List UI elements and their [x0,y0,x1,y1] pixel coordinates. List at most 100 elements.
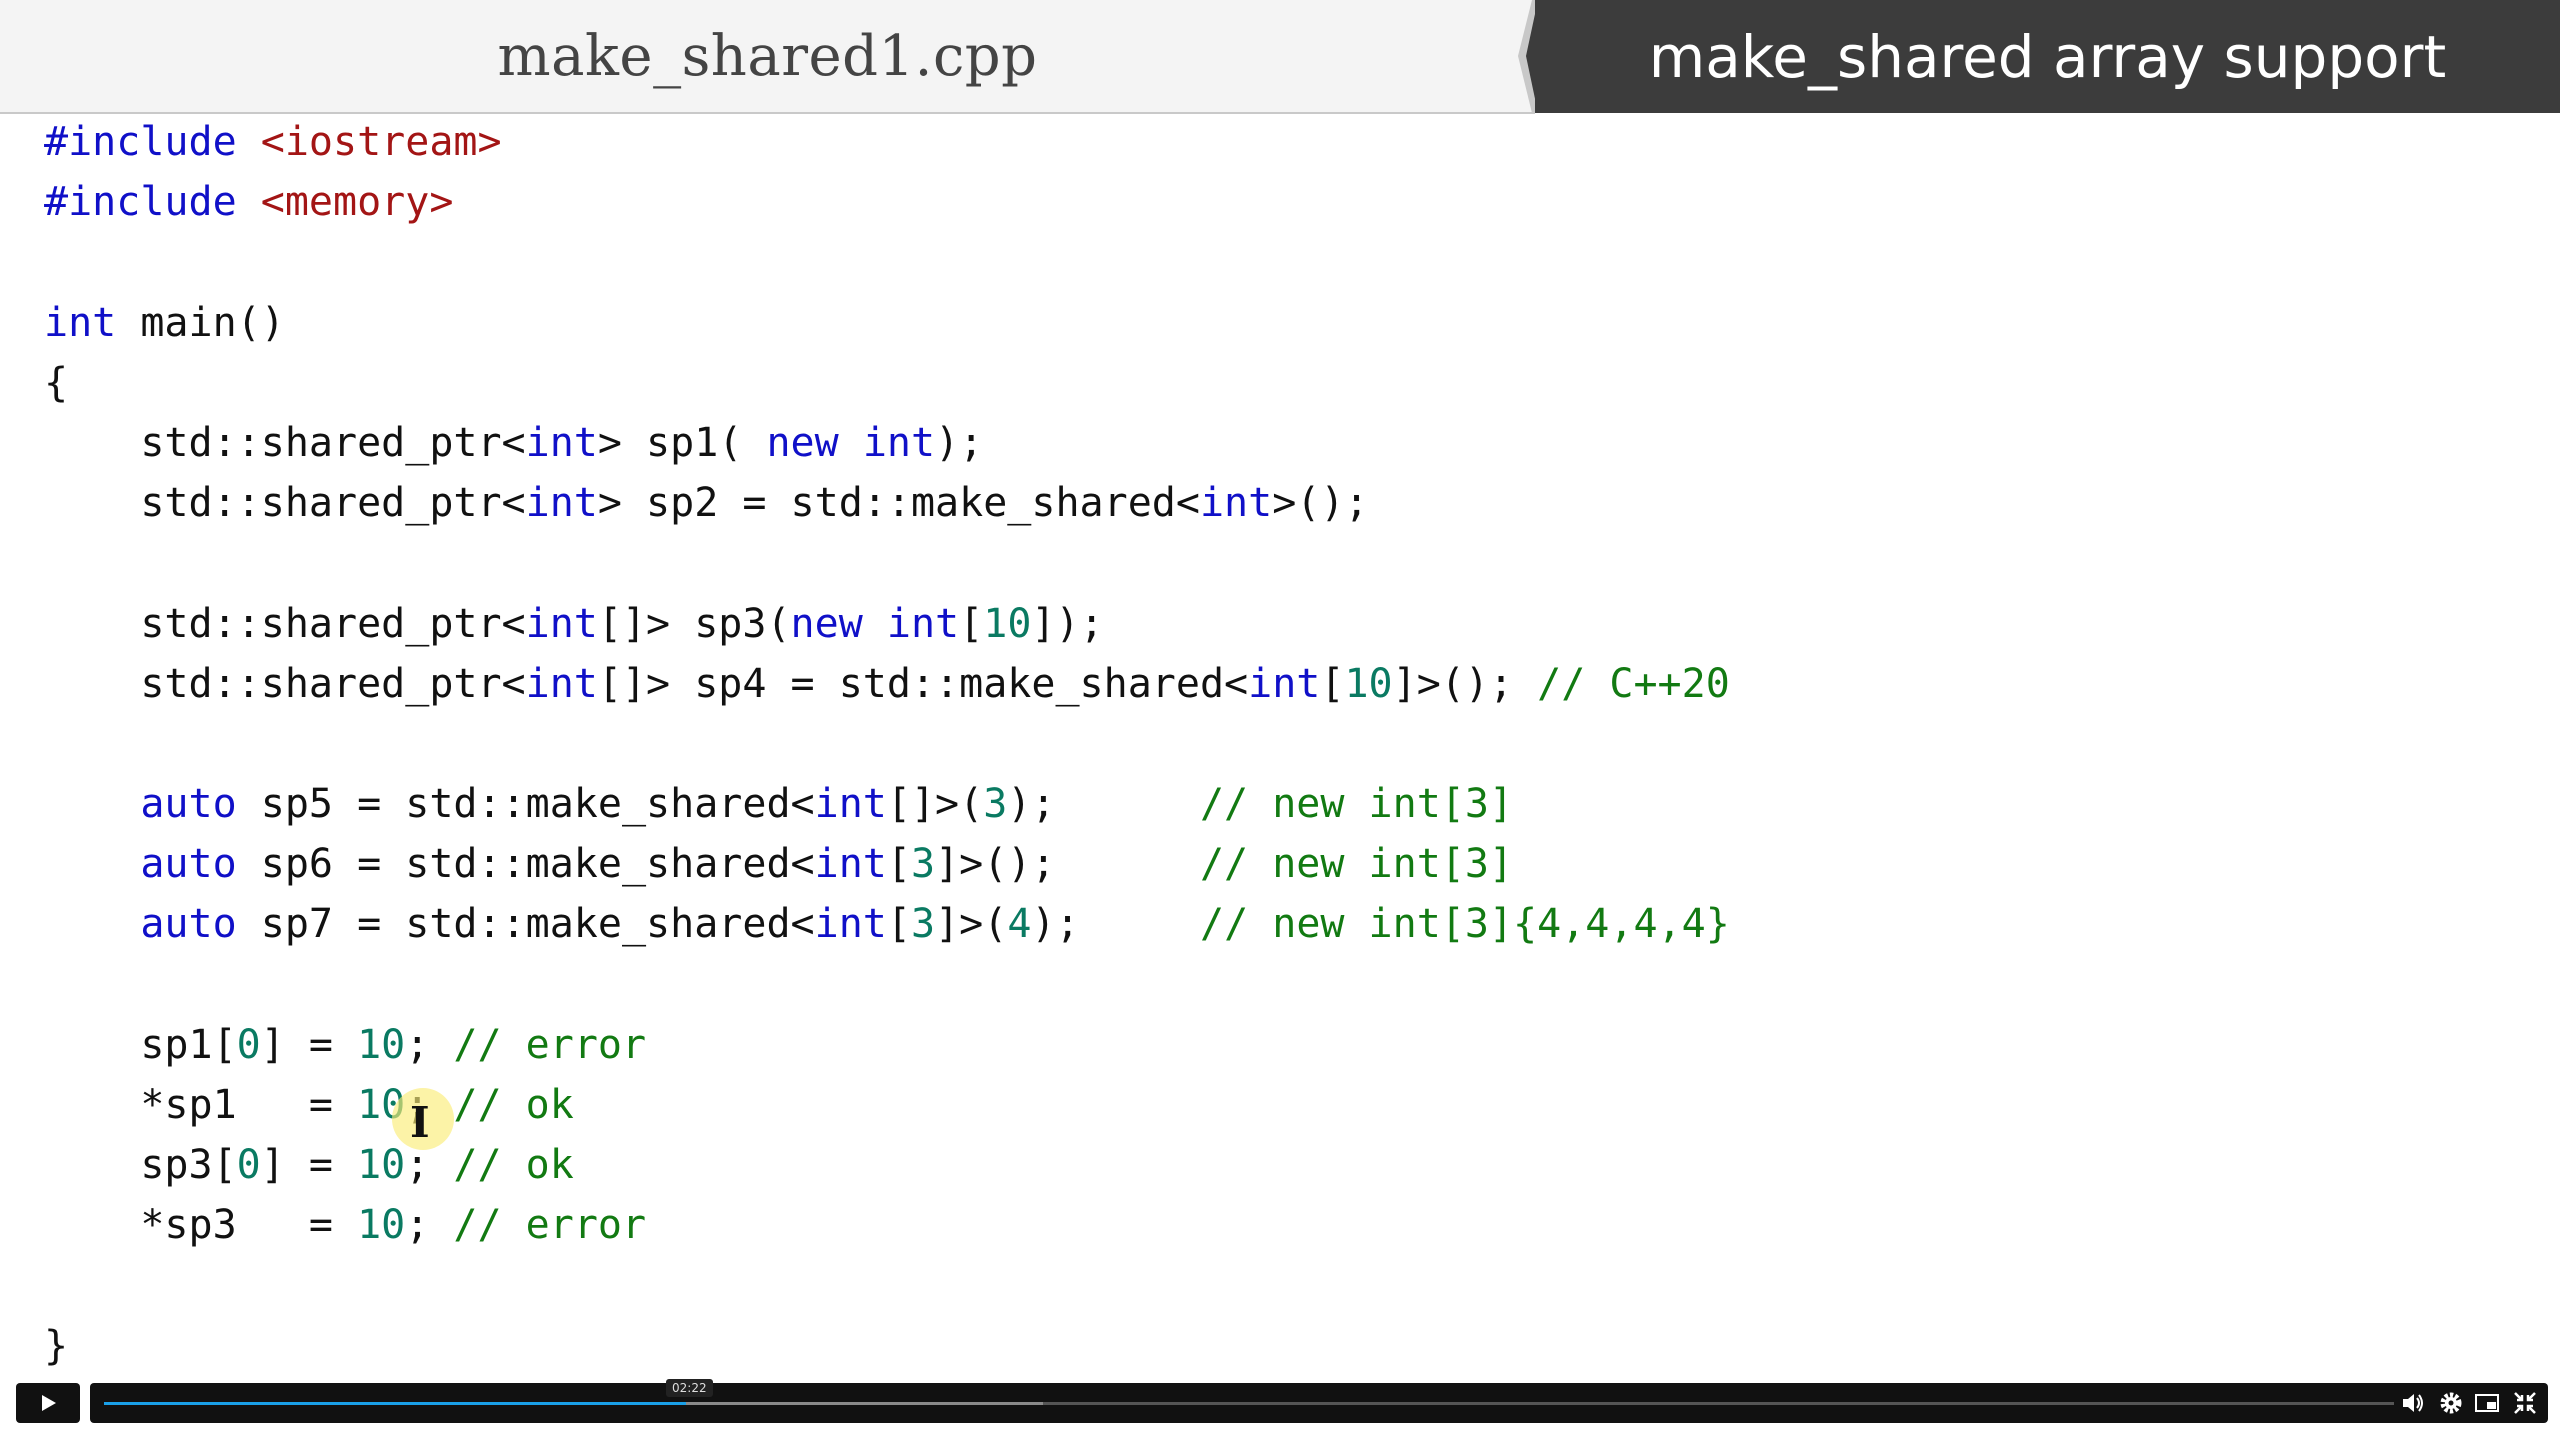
code-line: #include <memory> [44,172,2524,232]
code-token: int [886,600,960,647]
video-player-bar: 02:22 [0,1378,2560,1440]
code-token: int [525,600,598,647]
code-token: []>( [886,781,984,828]
code-token: 3 [910,841,936,888]
code-token: int [814,841,887,888]
topic-tab: make_shared array support [1535,0,2560,113]
code-token: // new int[3] [1199,781,1514,828]
code-line: std::shared_ptr<int[]> sp4 = std::make_s… [44,654,2524,714]
code-token: new [766,419,839,466]
code-token: ); [935,419,984,466]
code-token: sp6 = std::make_shared< [236,841,815,888]
exit-fullscreen-icon[interactable] [2512,1390,2538,1416]
code-token: 10 [357,1142,406,1189]
code-token: // new int[3]{4,4,4,4} [1199,901,1730,948]
code-token: std::shared_ptr< [44,419,526,466]
code-token: sp1[ [44,1021,237,1068]
code-token: int [862,419,936,466]
code-token: ); [1007,781,1200,828]
code-token: <iostream> [260,119,502,165]
code-token: 10 [1344,660,1393,707]
code-token: // error [453,1202,647,1249]
code-token: ]); [1031,600,1104,647]
topic-title: make_shared array support [1648,22,2447,91]
code-line: #include <iostream> [44,112,2524,172]
code-token: ; [405,1202,454,1249]
code-token: *sp1 = [44,1082,358,1128]
code-token: []> sp4 = std::make_shared< [597,660,1249,707]
code-token: // new int[3] [1199,841,1514,888]
code-line: auto sp6 = std::make_shared<int[3]>(); /… [44,834,2524,894]
code-token: 4 [1007,901,1032,948]
code-token: // ok [453,1142,574,1189]
volume-icon[interactable] [2400,1390,2426,1416]
code-token: auto [140,841,237,888]
code-token: 3 [983,781,1008,828]
code-token: auto [140,901,237,948]
code-token: #include [44,179,261,226]
code-token: ]>(); [935,841,1200,888]
code-token: new [790,600,863,647]
code-token: 0 [236,1142,261,1189]
code-editor: #include <iostream> #include <memory> int… [44,112,2524,1372]
progress-bar[interactable] [104,1402,686,1405]
code-token: ); [1031,901,1200,948]
code-token: 0 [236,1021,261,1068]
code-line: auto sp7 = std::make_shared<int[3]>(4); … [44,894,2524,954]
code-token: ]>(); [1392,660,1538,707]
play-button[interactable] [16,1383,80,1423]
code-token: int [525,419,598,466]
time-tooltip: 02:22 [666,1379,713,1397]
file-name-tab: make_shared1.cpp [0,0,1535,114]
code-token: *sp3 = [44,1202,358,1249]
code-line: std::shared_ptr<int> sp1( new int); [44,413,2524,473]
code-token: [ [959,600,984,647]
code-line: { [44,353,2524,413]
code-token: 10 [357,1202,406,1249]
play-icon [42,1395,56,1411]
code-token: > sp1( [597,419,767,466]
code-token: sp7 = std::make_shared< [236,901,815,948]
code-token: int [814,901,887,948]
gear-icon[interactable] [2438,1390,2464,1416]
file-name: make_shared1.cpp [497,23,1038,89]
code-line: int main() [44,293,2524,353]
code-token: [ [886,901,911,948]
code-token: auto [140,781,237,828]
code-token: 10 [357,1021,406,1068]
code-token: ] = [260,1142,358,1189]
code-line: std::shared_ptr<int[]> sp3(new int[10]); [44,594,2524,654]
code-token: #include [44,119,261,165]
code-token: } [44,1322,69,1369]
code-token: int [814,781,887,828]
code-token: 3 [910,901,936,948]
code-token: []> sp3( [597,600,791,647]
code-token: 10 [983,600,1032,647]
code-token: // ok [453,1082,574,1128]
pip-icon[interactable] [2474,1390,2500,1416]
code-token: int [44,299,117,346]
code-line: *sp3 = 10; // error [44,1195,2524,1255]
code-token: [ [1320,660,1345,707]
code-token: std::shared_ptr< [44,600,526,647]
code-line: auto sp5 = std::make_shared<int[]>(3); /… [44,774,2524,834]
code-token: >(); [1272,480,1369,527]
code-line: sp1[0] = 10; // error [44,1015,2524,1075]
code-token: [ [886,841,911,888]
code-token: sp3[ [44,1142,237,1189]
code-token: ; [405,1021,454,1068]
code-token: sp5 = std::make_shared< [236,781,815,828]
code-token: int [1248,660,1321,707]
code-token: std::shared_ptr< [44,480,526,527]
code-token: // error [453,1021,647,1068]
text-cursor-icon: I [410,1098,430,1147]
code-token: { [44,359,69,406]
code-line: std::shared_ptr<int> sp2 = std::make_sha… [44,473,2524,533]
